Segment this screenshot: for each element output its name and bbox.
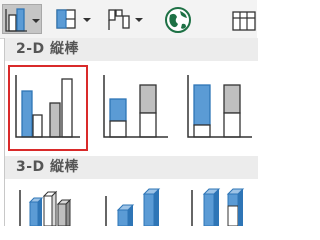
3d-100-percent-stacked-column-option[interactable] [180, 184, 260, 226]
waterfall-chart-button[interactable] [104, 4, 144, 34]
globe-icon [165, 7, 191, 33]
hierarchy-chart-button[interactable] [53, 4, 95, 34]
pivot-chart-icon [232, 11, 256, 31]
percent-stacked-column-icon [187, 75, 252, 138]
column-chart-gallery: 2-D 縦棒 3-D 縦棒 [4, 38, 258, 226]
section-heading-3d: 3-D 縦棒 [5, 156, 258, 179]
treemap-icon [56, 9, 91, 29]
3d-stacked-column-option[interactable] [98, 184, 178, 226]
section-heading-2d: 2-D 縦棒 [5, 38, 258, 61]
column-chart-button[interactable] [2, 4, 42, 34]
ribbon-toolbar [0, 0, 257, 39]
waterfall-icon [108, 9, 143, 30]
3d-clustered-column-icon [19, 190, 72, 226]
column-chart-icon [5, 8, 40, 32]
stacked-column-icon [103, 75, 168, 138]
clustered-column-icon [15, 75, 80, 138]
pivot-chart-button[interactable] [230, 4, 257, 34]
3d-stacked-column-icon [105, 188, 161, 226]
3d-percent-stacked-column-icon [191, 188, 245, 226]
clustered-column-option[interactable] [8, 65, 88, 151]
stacked-column-option[interactable] [98, 65, 178, 151]
100-percent-stacked-column-option[interactable] [180, 65, 260, 151]
map-chart-button[interactable] [160, 4, 194, 34]
3d-clustered-column-option[interactable] [8, 184, 88, 226]
